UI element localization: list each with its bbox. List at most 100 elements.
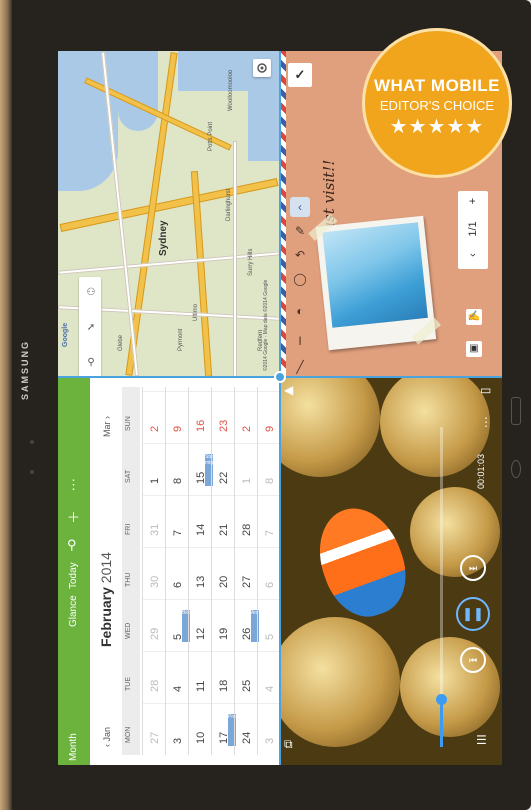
done-button[interactable]: ✓ [288,63,312,87]
day-cell[interactable]: 13 [189,547,212,599]
day-number: 31 [149,523,161,536]
screen-mirror-icon[interactable]: ⧉ [284,737,293,752]
day-cell[interactable]: 31 [143,495,166,547]
day-cell[interactable]: 24 [235,703,258,755]
overflow-menu-icon[interactable]: ⋮ [480,415,492,429]
day-number: 11 [195,680,207,692]
brush-icon[interactable]: ╱ [290,357,310,377]
map-search-bar[interactable]: ⚲ ➚ ⚇ [79,277,101,377]
day-number: 24 [241,731,253,744]
day-cell[interactable]: 3 [258,703,280,755]
text-tool-icon[interactable]: I [290,331,310,351]
day-cell[interactable]: 26Anniversary [235,599,259,651]
day-cell[interactable]: 25 [235,651,258,703]
seek-handle[interactable] [436,694,447,705]
edit-icon[interactable]: ✍ [466,309,482,325]
my-location-button[interactable] [253,59,271,77]
search-icon[interactable]: ⚲ [85,357,97,369]
day-cell[interactable]: 9 [258,391,280,443]
day-cell[interactable]: 2 [235,391,258,443]
tab-month[interactable]: Month [68,733,79,761]
search-icon[interactable]: ⚲ [67,537,77,553]
day-cell[interactable]: 7 [166,495,189,547]
playlist-icon[interactable]: ☰ [476,733,487,747]
day-cell[interactable]: 27 [143,703,166,755]
day-number: 1 [149,477,161,484]
calendar-app-window[interactable]: Month Glance Today ⚲ ＋ ⋮ ‹ Jan February … [58,377,280,765]
video-player-window[interactable]: 00:01:03 ⏭ ❚❚ ⏮ ⋮ ☰ ▭ ⧉ ◀ [280,377,502,765]
day-cell[interactable]: 28 [235,495,258,547]
day-cell[interactable]: 23 [212,391,235,443]
day-cell[interactable]: 8 [258,443,280,495]
week-column: 3 4 5 6 7 8 9 [257,387,280,755]
week-column: 27 28 29 30 31 1 2 [142,387,166,755]
day-cell[interactable]: 3 [166,703,189,755]
day-cell[interactable]: 10 [189,703,212,755]
day-cell[interactable]: 16 [189,391,212,443]
arrow-tool-icon[interactable]: ‹ [290,197,310,217]
day-number: 28 [149,679,161,692]
day-cell[interactable]: 4 [166,651,189,703]
pasted-photo[interactable] [308,213,441,351]
prev-month-button[interactable]: ‹ Jan [102,727,112,747]
day-cell[interactable]: 28 [143,651,166,703]
volume-icon[interactable]: ◀ [284,383,293,397]
pen-tool-icon[interactable]: ✎ [290,221,310,241]
day-cell[interactable]: 8 [166,443,189,495]
harbour-water [118,51,158,131]
eraser-icon[interactable]: ◐ [290,301,310,321]
rewind-button[interactable]: ⏮ [460,647,486,673]
fast-forward-button[interactable]: ⏭ [460,555,486,581]
day-cell[interactable]: 22 [212,443,235,495]
popup-player-icon[interactable]: ▭ [480,383,491,397]
home-key[interactable] [511,460,521,478]
day-cell[interactable]: 20 [212,547,235,599]
day-number: 20 [218,575,230,588]
week-column: 24 25 26Anniversary 27 28 1 2 [234,387,259,755]
day-cell[interactable]: 1 [143,443,166,495]
seek-bar[interactable] [436,427,447,747]
prev-page-icon[interactable]: ‹ [467,240,479,270]
day-cell[interactable]: 5Birthday [166,599,190,651]
next-month-button[interactable]: Mar › [102,416,112,437]
day-cell[interactable]: 9 [166,391,189,443]
day-cell[interactable]: 2 [143,391,166,443]
day-cell[interactable]: 21 [212,495,235,547]
day-cell[interactable]: 15Staff mtg [189,443,213,495]
person-icon[interactable]: ⚇ [85,287,97,299]
directions-icon[interactable]: ➚ [85,322,97,334]
tab-today[interactable]: Today [68,562,79,589]
day-cell[interactable]: 18 [212,651,235,703]
overflow-menu-icon[interactable]: ⋮ [67,477,80,493]
day-cell[interactable]: 6 [258,547,280,599]
day-cell[interactable]: 12 [189,599,212,651]
day-cell[interactable]: 5 [258,599,280,651]
day-cell[interactable]: 4 [258,651,280,703]
day-cell[interactable]: 30 [143,547,166,599]
day-cell[interactable]: 1 [235,443,258,495]
day-cell[interactable]: 6 [166,547,189,599]
add-icon[interactable]: ＋ [67,507,80,526]
day-number: 27 [149,731,161,744]
day-number: 27 [241,575,253,588]
week-column: 10 11 12 13 14 15Staff mtg 16 [188,387,213,755]
day-cell[interactable]: 17Project [212,703,236,755]
day-cell[interactable]: 19 [212,599,235,651]
tab-glance[interactable]: Glance [68,595,79,627]
add-page-icon[interactable]: + [467,186,479,216]
day-cell[interactable]: 11 [189,651,212,703]
shape-tool-icon[interactable]: ◯ [290,269,310,289]
vertical-splitter[interactable] [279,51,281,765]
multi-window-handle[interactable] [274,371,286,383]
pause-button[interactable]: ❚❚ [456,597,490,631]
save-icon[interactable]: ▣ [466,341,482,357]
day-cell[interactable]: 7 [258,495,280,547]
maps-app-window[interactable]: Sydney Potts Point Darlinghurst Surry Hi… [58,51,280,377]
day-cell[interactable]: 14 [189,495,212,547]
menu-key[interactable] [511,397,521,425]
day-number: 14 [195,523,207,536]
day-cell[interactable]: 27 [235,547,258,599]
page-pager[interactable]: + 1/1 ‹ [458,191,488,269]
day-cell[interactable]: 29 [143,599,166,651]
undo-icon[interactable]: ↶ [290,245,310,265]
